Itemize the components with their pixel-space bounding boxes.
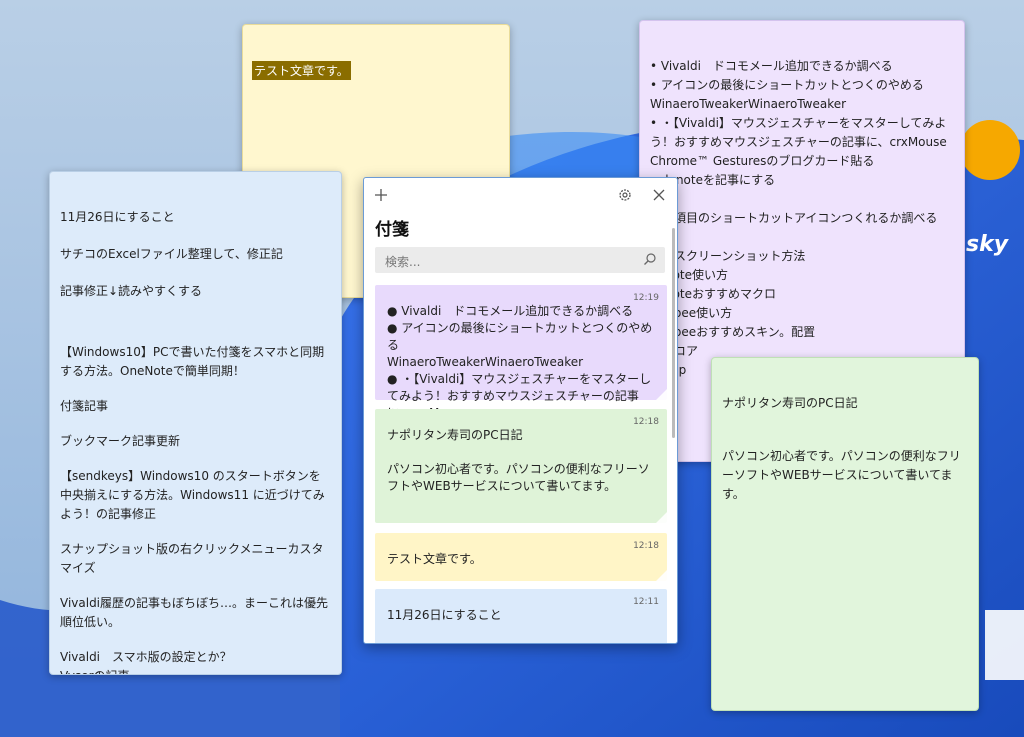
note-line: ブックマーク記事更新 — [60, 434, 181, 448]
search-icon[interactable] — [643, 252, 657, 269]
note-line: 定の項目のショートカットアイコンつくれるか調べる — [650, 211, 938, 225]
note-time: 12:18 — [633, 417, 659, 427]
add-note-button[interactable] — [370, 184, 392, 206]
close-icon — [653, 189, 665, 201]
note-line: 11月26日にすること — [60, 210, 175, 224]
note-line: • Vivaldi ドコモメール追加できるか調べる — [650, 59, 893, 73]
note-line: サチコのExcelファイル整理して、修正記 — [60, 247, 283, 261]
note-line — [60, 319, 331, 333]
sticky-note-green[interactable]: ナポリタン寿司のPC日記 パソコン初心者です。パソコンの便利なフリーソフトやWE… — [711, 357, 979, 711]
note-card[interactable]: 12:19 ● Vivaldi ドコモメール追加できるか調べる ● アイコンの最… — [375, 285, 667, 420]
search-input[interactable]: 検索... — [385, 253, 420, 270]
note-line: 記事修正↓読みやすくする — [60, 284, 203, 298]
search-box[interactable]: 検索... — [375, 247, 665, 273]
note-line: Vivaldi履歴の記事もぼちぼち…。まーこれは優先順位低い。 — [60, 596, 329, 629]
note-line — [650, 228, 954, 247]
note-card[interactable]: 12:11 11月26日にすること — [375, 589, 667, 643]
sticky-note-blue[interactable]: 11月26日にすること サチコのExcelファイル整理して、修正記 記事修正↓読… — [49, 171, 342, 675]
wallpaper-logo: sky — [966, 232, 1009, 257]
note-line: Vivaldi スマホ版の設定とか？ Vysorの記事 — [60, 650, 232, 674]
gear-icon — [619, 189, 631, 201]
scrollbar-thumb[interactable] — [672, 228, 675, 438]
note-line: • アイコンの最後にショートカットとつくのやめる WinaeroTweakerW… — [650, 78, 924, 111]
settings-button[interactable] — [614, 184, 636, 206]
note-time: 12:18 — [633, 541, 659, 551]
note-line: スナップショット版の右クリックメニューカスタマイズ — [60, 542, 324, 575]
note-content[interactable]: ナポリタン寿司のPC日記 パソコン初心者です。パソコンの便利なフリーソフトやWE… — [722, 394, 968, 710]
note-preview: テスト文章です。 — [387, 552, 482, 566]
window-title: 付箋 — [375, 220, 409, 240]
note-preview: 11月26日にすること — [387, 608, 502, 622]
note-card[interactable]: 12:18 テスト文章です。 — [375, 533, 667, 581]
note-line: usicbee使い方 — [650, 306, 733, 320]
note-card[interactable]: 12:18 ナポリタン寿司のPC日記 パソコン初心者です。パソコンの便利なフリー… — [375, 409, 667, 523]
close-button[interactable] — [648, 184, 670, 206]
note-title: ナポリタン寿司のPC日記 — [722, 396, 858, 410]
plus-icon — [375, 189, 387, 201]
note-line: 【sendkeys】Windows10 のスタートボタンを中央揃えにする方法。W… — [60, 469, 325, 521]
note-fold-corner — [656, 570, 667, 581]
note-line — [650, 190, 954, 209]
sticky-notes-window: 付箋 検索... 12:19 ● Vivaldi ドコモメール追加できるか調べる… — [363, 177, 678, 644]
note-body: パソコン初心者です。パソコンの便利なフリーソフトやWEBサービスについて書いてま… — [722, 449, 961, 501]
note-line: 【Windows10】PCで書いた付箋をスマホと同期する方法。OneNoteで簡… — [60, 345, 325, 378]
note-line: usicbeeおすすめスキン。配置 — [650, 325, 816, 339]
scrollbar[interactable] — [672, 228, 675, 623]
note-text[interactable]: テスト文章です。 — [252, 61, 351, 80]
note-line: nenote使い方 — [650, 268, 729, 282]
note-line: 付箋記事 — [60, 399, 109, 413]
note-line: nenoteおすすめマクロ — [650, 287, 777, 301]
note-line: 々なスクリーンショット方法 — [650, 249, 806, 263]
title-bar[interactable] — [364, 178, 677, 212]
note-time: 12:19 — [633, 293, 659, 303]
note-fold-corner — [656, 389, 667, 400]
note-fold-corner — [656, 512, 667, 523]
note-preview: ナポリタン寿司のPC日記 パソコン初心者です。パソコンの便利なフリーソフトやWE… — [387, 428, 650, 493]
note-content[interactable]: 11月26日にすること サチコのExcelファイル整理して、修正記 記事修正↓読… — [60, 208, 331, 674]
note-line: • ・【Vivaldi】マウスジェスチャーをマスターしてみよう！おすすめマウスジ… — [650, 116, 947, 168]
notes-list: 12:19 ● Vivaldi ドコモメール追加できるか調べる ● アイコンの最… — [375, 285, 667, 643]
note-line: nplenoteを記事にする — [650, 173, 776, 187]
note-preview: ● Vivaldi ドコモメール追加できるか調べる ● アイコンの最後にショート… — [387, 304, 653, 420]
note-time: 12:11 — [633, 597, 659, 607]
